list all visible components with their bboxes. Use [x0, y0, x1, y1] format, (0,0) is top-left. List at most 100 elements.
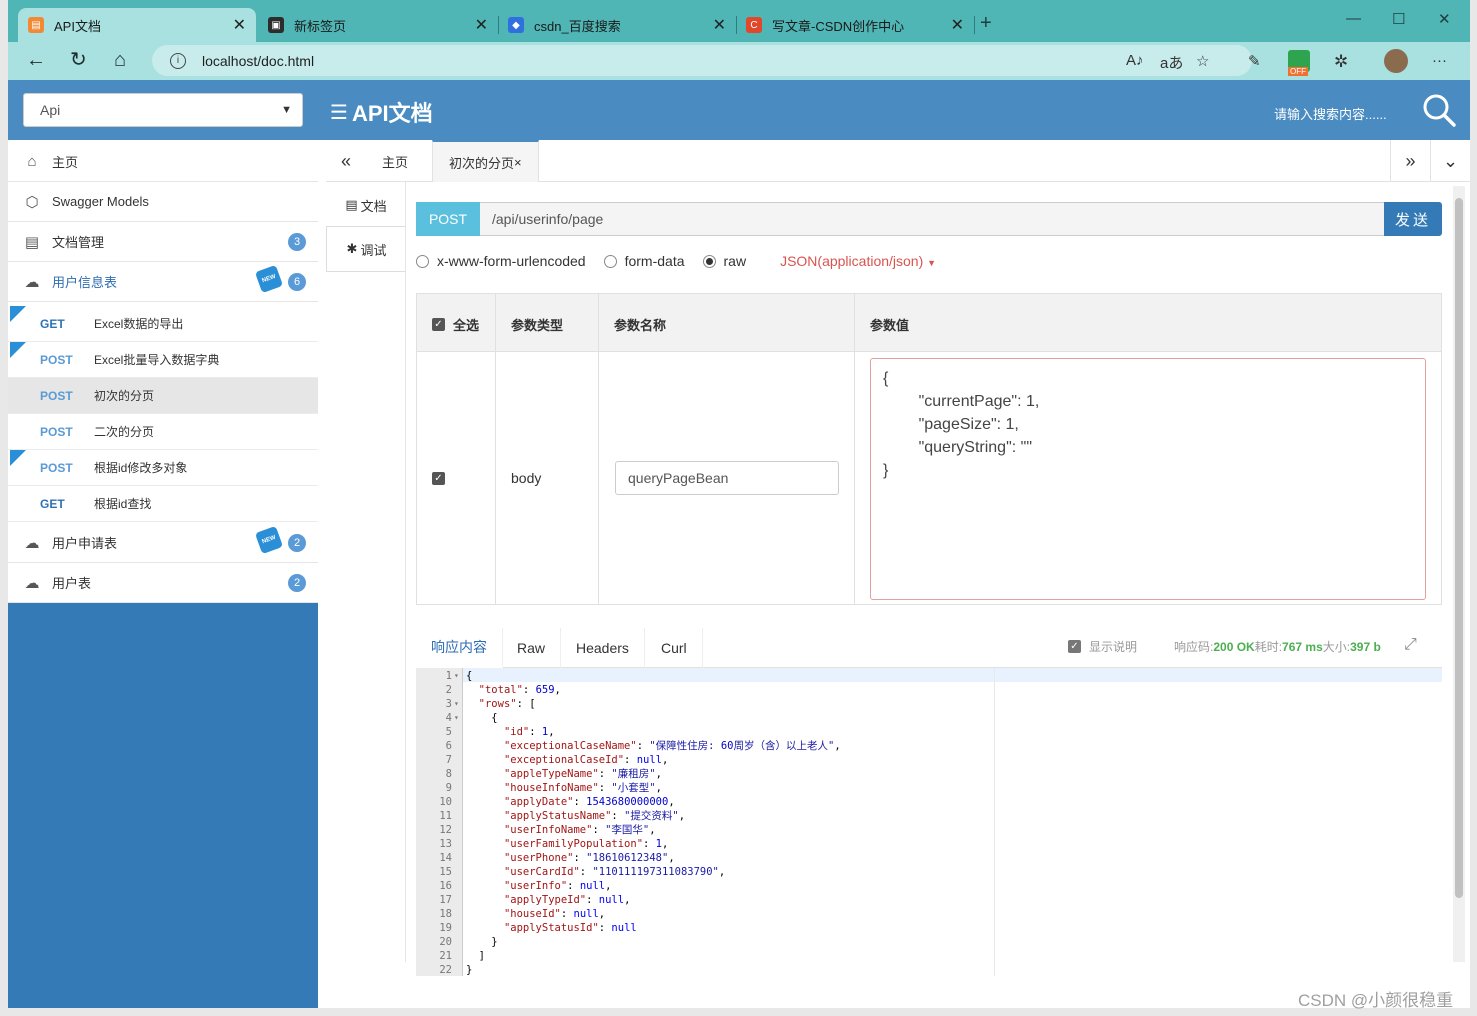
sidebar-item-user-apply[interactable]: ☁ 用户申请表 NEW 2: [8, 523, 318, 563]
code-line: "id": 1,: [503, 726, 555, 738]
row-checkbox[interactable]: ✓: [432, 472, 445, 485]
info-icon[interactable]: i: [170, 52, 186, 69]
code-line: {: [466, 712, 498, 724]
param-value-textarea[interactable]: { "currentPage": 1, "pageSize": 1, "quer…: [870, 358, 1426, 600]
group-select[interactable]: Api ▼: [23, 93, 303, 127]
cloud-icon: ☁: [24, 534, 40, 552]
page-icon: ▤: [28, 17, 44, 33]
param-name-input[interactable]: queryPageBean: [615, 461, 839, 495]
checkbox-icon[interactable]: ✓: [432, 318, 445, 331]
more-icon[interactable]: ···: [1432, 52, 1447, 69]
tabs-scroll-right-icon[interactable]: »: [1390, 140, 1430, 182]
home-icon[interactable]: ⌂: [114, 50, 126, 70]
api-item[interactable]: POST Excel批量导入数据字典: [8, 342, 318, 378]
sidebar-item-home[interactable]: ⌂ 主页: [8, 142, 318, 182]
cube-icon: ⬡: [25, 193, 39, 211]
cloud-icon: ☁: [24, 574, 40, 592]
read-aloud-icon[interactable]: A♪: [1126, 52, 1144, 69]
tab-headers[interactable]: Headers: [561, 628, 645, 668]
param-type: body: [511, 470, 542, 486]
new-tab-icon[interactable]: +: [980, 12, 992, 35]
line-number: 16: [439, 880, 452, 892]
code-line: "exceptionalCaseId": null,: [503, 754, 669, 766]
favorite-add-icon[interactable]: ☆: [1196, 52, 1209, 70]
fold-icon[interactable]: ▾: [454, 697, 459, 711]
sidebar-item-swagger-models[interactable]: ⬡ Swagger Models: [8, 182, 318, 222]
line-number: 1: [445, 670, 452, 682]
translate-icon[interactable]: aあ: [1160, 52, 1183, 73]
sidebar-item-doc-manage[interactable]: ▤ 文档管理 3: [8, 222, 318, 262]
count-badge: 2: [288, 533, 306, 552]
new-badge: NEW: [254, 264, 284, 294]
fullscreen-icon[interactable]: ⤢: [1404, 636, 1417, 654]
code-line: {: [466, 670, 473, 682]
content-type-dropdown[interactable]: JSON(application/json) ▼: [780, 253, 936, 269]
code-line: "houseId": null,: [503, 908, 606, 920]
tab-curl[interactable]: Curl: [646, 628, 703, 668]
tab-raw[interactable]: Raw: [502, 628, 562, 668]
line-number: 11: [439, 810, 452, 822]
line-number: 2: [445, 684, 452, 696]
brush-icon[interactable]: ✎: [1248, 52, 1261, 70]
newtab-icon: ▣: [268, 17, 284, 33]
refresh-icon[interactable]: ↻: [70, 50, 87, 70]
fold-icon[interactable]: ▾: [454, 669, 459, 683]
line-number: 5: [445, 726, 452, 738]
radio-urlencoded[interactable]: [416, 254, 429, 268]
close-icon[interactable]: ✕: [233, 15, 246, 35]
select-all-header[interactable]: ✓ 全选: [432, 315, 479, 334]
new-corner-icon: [10, 306, 26, 322]
browser-tab-api-doc[interactable]: ▤ API文档 ✕: [18, 8, 256, 42]
tab-home[interactable]: 主页: [382, 140, 408, 182]
response-code-editor[interactable]: 1 ▾{2 "total": 659, 3 ▾ "rows": [4 ▾ {5 "id"…: [416, 668, 1442, 976]
minimize-icon[interactable]: —: [1346, 10, 1361, 27]
api-item[interactable]: POST 二次的分页: [8, 414, 318, 450]
api-item-selected[interactable]: POST 初次的分页: [8, 378, 318, 414]
tab-response-body[interactable]: 响应内容: [416, 628, 503, 668]
search-input[interactable]: 请输入搜索内容......: [1274, 104, 1387, 123]
scroll-thumb[interactable]: [1455, 198, 1463, 898]
code-line: "applyTypeId": null,: [503, 894, 631, 906]
code-line: "userInfo": null,: [503, 880, 612, 892]
maximize-icon[interactable]: ☐: [1392, 10, 1405, 28]
extension-icon[interactable]: OFF: [1288, 50, 1310, 76]
tab-debug[interactable]: ✱ 调试: [326, 226, 406, 272]
sidebar-item-user[interactable]: ☁ 用户表 2: [8, 563, 318, 603]
radio-raw[interactable]: [702, 254, 716, 268]
api-item[interactable]: GET 根据id查找: [8, 486, 318, 522]
radio-form-data[interactable]: [603, 254, 617, 268]
url-field[interactable]: i localhost/doc.html: [152, 45, 1252, 76]
tabs-menu-icon[interactable]: ⌄: [1430, 140, 1470, 182]
window-close-icon[interactable]: ✕: [1438, 10, 1451, 28]
menu-icon[interactable]: ☰: [330, 100, 348, 125]
tab-doc[interactable]: ▤ 文档: [326, 182, 406, 228]
sidebar-item-user-info[interactable]: ☁ 用户信息表 NEW 6: [8, 262, 318, 302]
browser-tab-new-tab[interactable]: ▣ 新标签页 ✕: [258, 8, 498, 42]
tab-first-page[interactable]: 初次的分页 ×: [432, 140, 539, 182]
close-icon[interactable]: ✕: [713, 15, 726, 35]
line-number: 7: [445, 754, 452, 766]
search-icon[interactable]: [1421, 92, 1457, 128]
browser-tab-csdn[interactable]: C 写文章-CSDN创作中心 ✕: [736, 8, 974, 42]
show-desc-toggle[interactable]: ✓ 显示说明: [1068, 638, 1137, 655]
close-icon[interactable]: ✕: [475, 15, 488, 35]
code-line: "appleTypeName": "廉租房",: [503, 768, 662, 780]
line-number: 15: [439, 866, 452, 878]
tabs-scroll-left-icon[interactable]: «: [326, 140, 366, 182]
code-line: ]: [466, 950, 485, 962]
browser-tab-baidu[interactable]: ◆ csdn_百度搜索 ✕: [498, 8, 736, 42]
baidu-icon: ◆: [508, 17, 524, 33]
count-badge: 2: [288, 573, 306, 592]
api-item[interactable]: POST 根据id修改多对象: [8, 450, 318, 486]
close-icon[interactable]: ×: [514, 155, 522, 170]
page-scrollbar[interactable]: [1453, 186, 1465, 962]
close-icon[interactable]: ✕: [951, 15, 964, 35]
request-path-input[interactable]: /api/userinfo/page: [480, 202, 1385, 236]
back-icon[interactable]: ←: [26, 50, 46, 70]
avatar[interactable]: [1384, 49, 1408, 73]
send-button[interactable]: 发送: [1384, 202, 1442, 236]
api-item[interactable]: GET Excel数据的导出: [8, 306, 318, 342]
puzzle-icon[interactable]: ✲: [1334, 52, 1348, 72]
checkbox-icon[interactable]: ✓: [1068, 640, 1081, 653]
fold-icon[interactable]: ▾: [454, 711, 459, 725]
